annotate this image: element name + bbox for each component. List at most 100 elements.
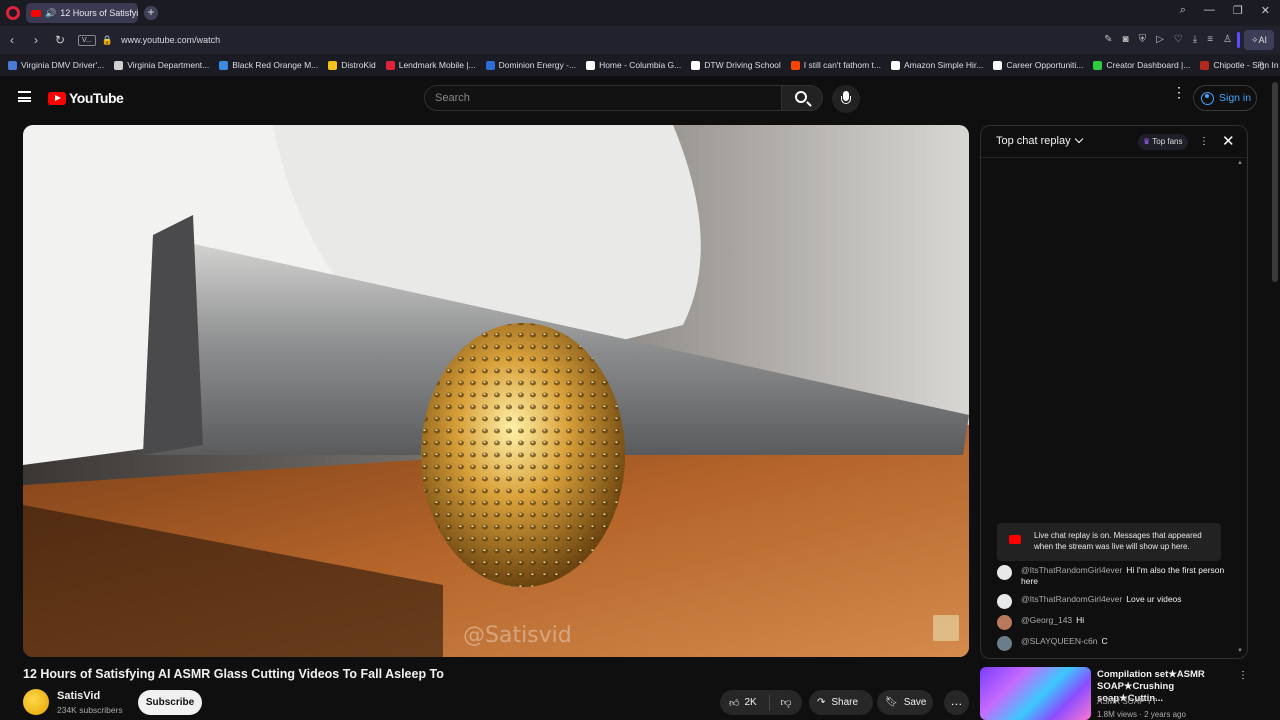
restore-button[interactable]: ❐ — [1233, 4, 1243, 17]
edit-icon[interactable]: ✎ — [1104, 34, 1112, 45]
bookmark-favicon-icon — [1200, 60, 1210, 70]
bookmark-label: Lendmark Mobile |... — [398, 60, 476, 70]
bookmark-icon: 🔖︎ — [885, 697, 898, 708]
share-button[interactable]: ↷ Share — [809, 690, 873, 715]
chat-text: Hi — [1076, 615, 1085, 625]
bookmark-item[interactable]: DistroKid — [328, 60, 376, 70]
chat-author[interactable]: @SLAYQUEEN-c6n — [1021, 636, 1098, 646]
dislike-button[interactable]: 👎︎ — [770, 696, 802, 709]
bookmark-label: DistroKid — [341, 60, 376, 70]
channel-avatar[interactable] — [23, 689, 49, 715]
recommended-thumbnail[interactable] — [980, 667, 1091, 720]
bookmark-item[interactable]: Career Opportuniti... — [993, 60, 1083, 70]
bookmark-item[interactable]: Black Red Orange M... — [219, 60, 318, 70]
chat-author[interactable]: @ItsThatRandomGirl4ever — [1021, 565, 1122, 575]
bookmark-favicon-icon — [114, 60, 124, 70]
ai-button[interactable]: ✧AI — [1244, 30, 1274, 50]
subscribe-button[interactable]: Subscribe — [138, 690, 202, 715]
chat-scroll-down-icon[interactable]: ▼ — [1237, 648, 1243, 654]
chat-message: @Georg_143 Hi — [997, 615, 1227, 630]
bookmark-item[interactable]: Chipotle - Sign In — [1200, 60, 1279, 70]
search-input[interactable]: Search — [424, 85, 782, 111]
chat-author[interactable]: @ItsThatRandomGirl4ever — [1021, 594, 1122, 604]
bookmark-favicon-icon — [485, 60, 495, 70]
bookmark-item[interactable]: Virginia DMV Driver'... — [8, 60, 104, 70]
chat-author[interactable]: @Georg_143 — [1021, 615, 1072, 625]
bookmark-item[interactable]: Home - Columbia G... — [586, 60, 681, 70]
youtube-favicon-icon — [31, 9, 41, 17]
voice-search-button[interactable] — [832, 85, 860, 113]
youtube-wordmark: YouTube — [69, 90, 124, 106]
bookmarks-bar: Virginia DMV Driver'... Virginia Departme… — [0, 54, 1280, 76]
forward-button[interactable]: › — [30, 33, 42, 47]
shield-icon[interactable]: ⛨ — [1139, 34, 1147, 45]
search-tabs-icon[interactable]: ⌕ — [1180, 4, 1186, 17]
bookmark-item[interactable]: DTW Driving School — [691, 60, 781, 70]
bookmark-item[interactable]: Virginia Department... — [114, 60, 209, 70]
subscriber-count: 234K subscribers — [57, 705, 123, 715]
sign-in-button[interactable]: Sign in — [1193, 85, 1257, 111]
speaker-icon[interactable]: 🔊 — [45, 8, 56, 19]
bookmark-label: Chipotle - Sign In — [1213, 60, 1279, 70]
chat-mode-dropdown[interactable]: Top chat replay — [996, 134, 1083, 147]
bookmark-favicon-icon — [219, 60, 229, 70]
opera-logo-icon[interactable] — [6, 6, 20, 20]
save-label: Save — [903, 697, 927, 708]
bookmark-item[interactable]: I still can't fathom t... — [790, 60, 882, 70]
ai-label: AI — [1258, 35, 1268, 45]
minimize-button[interactable]: — — [1204, 4, 1215, 17]
heart-icon[interactable]: ♡ — [1174, 34, 1183, 45]
reload-button[interactable]: ↻ — [54, 33, 66, 47]
menu-icon[interactable]: ≡ — [1207, 34, 1213, 45]
top-fans-button[interactable]: ♛ Top fans — [1138, 134, 1188, 150]
bookmark-favicon-icon — [891, 60, 901, 70]
url-field[interactable]: www.youtube.com/watch — [121, 35, 220, 45]
chat-avatar[interactable] — [997, 565, 1012, 580]
settings-more-icon[interactable]: ⋮ — [1172, 85, 1186, 99]
site-info-badge[interactable]: V... — [78, 34, 96, 46]
save-button[interactable]: 🔖︎ Save — [877, 690, 933, 715]
bookmarks-overflow-icon[interactable]: » — [1258, 58, 1264, 69]
chat-replay-notice: Live chat replay is on. Messages that ap… — [997, 523, 1221, 561]
bookmark-label: I still can't fathom t... — [803, 60, 882, 70]
close-window-button[interactable]: ✕ — [1261, 4, 1270, 17]
chat-text: Love ur videos — [1126, 594, 1182, 604]
profile-icon[interactable]: ♙ — [1223, 34, 1232, 45]
chat-scroll-up-icon[interactable]: ▲ — [1237, 160, 1243, 166]
bookmark-favicon-icon — [586, 60, 596, 70]
bookmark-item[interactable]: Dominion Energy -... — [485, 60, 576, 70]
play-icon[interactable]: ▷ — [1156, 34, 1164, 45]
youtube-logo[interactable]: YouTube — [48, 90, 124, 106]
download-icon[interactable]: ⤓ — [1193, 34, 1197, 45]
chat-avatar[interactable] — [997, 594, 1012, 609]
browser-tab-bar: 🔊 12 Hours of Satisfying + ⌕ — ❐ ✕ — [0, 0, 1280, 26]
recommended-more-icon[interactable]: ⋮ — [1238, 670, 1248, 681]
browser-tab-active[interactable]: 🔊 12 Hours of Satisfying — [26, 3, 138, 23]
back-button[interactable]: ‹ — [6, 33, 18, 47]
video-title: 12 Hours of Satisfying AI ASMR Glass Cut… — [23, 667, 444, 681]
page-scrollbar[interactable] — [1272, 82, 1278, 282]
chat-avatar[interactable] — [997, 636, 1012, 651]
video-player[interactable]: @Satisvid — [23, 125, 969, 657]
bookmark-item[interactable]: Lendmark Mobile |... — [385, 60, 476, 70]
chat-more-icon[interactable]: ⋮ — [1199, 136, 1209, 147]
channel-branding-icon[interactable] — [933, 615, 959, 641]
bookmark-favicon-icon — [1093, 60, 1103, 70]
chat-avatar[interactable] — [997, 615, 1012, 630]
like-button[interactable]: 👍︎ 2K — [720, 694, 770, 711]
chat-text: C — [1101, 636, 1108, 646]
close-chat-icon[interactable]: ✕ — [1222, 132, 1235, 150]
lock-icon[interactable]: 🔒 — [102, 35, 113, 46]
channel-name[interactable]: SatisVid — [57, 690, 100, 702]
bookmark-label: Virginia Department... — [127, 60, 210, 70]
bookmark-item[interactable]: Creator Dashboard |... — [1093, 60, 1190, 70]
hamburger-menu-icon[interactable] — [18, 91, 31, 102]
video-watermark: @Satisvid — [463, 623, 572, 648]
new-tab-button[interactable]: + — [144, 6, 158, 20]
recommended-channel[interactable]: ASMR SOAP YT — [1097, 697, 1157, 706]
bookmark-item[interactable]: Amazon Simple Hir... — [891, 60, 983, 70]
bookmark-label: Home - Columbia G... — [599, 60, 682, 70]
camera-icon[interactable]: ◙ — [1123, 34, 1129, 45]
search-button[interactable] — [781, 85, 823, 111]
more-actions-button[interactable]: … — [944, 690, 969, 715]
